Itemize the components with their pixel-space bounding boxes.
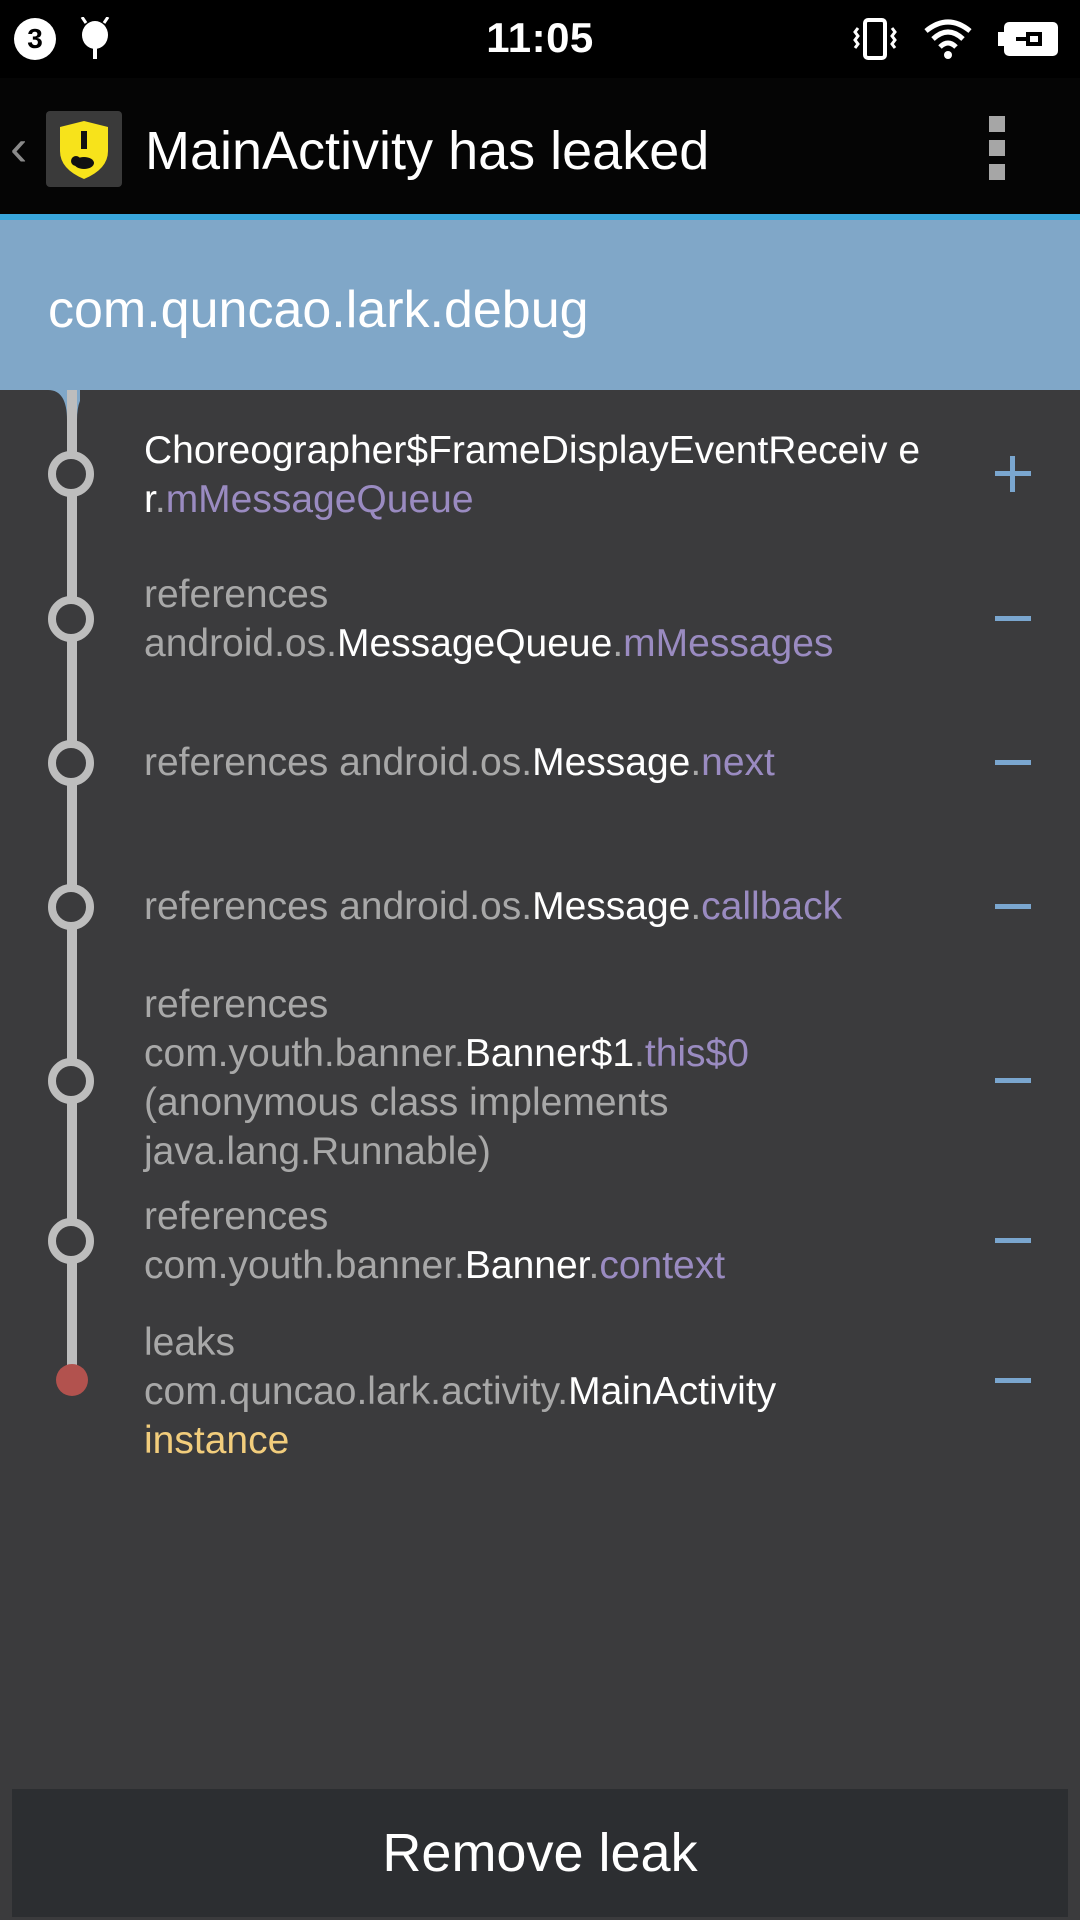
field-name: callback — [701, 885, 843, 928]
class-name: Banner — [464, 1244, 589, 1287]
trace-node-icon — [48, 740, 94, 786]
collapse-minus-icon[interactable] — [990, 1358, 1036, 1404]
collapse-minus-icon[interactable] — [990, 1218, 1036, 1264]
trace-node-icon — [48, 451, 94, 497]
trace-row-text: Choreographer$FrameDisplayEventReceiv er… — [144, 426, 964, 524]
screen-title: MainActivity has leaked — [145, 121, 710, 181]
separator: . — [690, 741, 702, 784]
trace-row-text: leaks com.quncao.lark.activity.MainActiv… — [144, 1318, 964, 1465]
battery-charging-icon — [998, 22, 1058, 56]
trace-row-text: references com.youth.banner.Banner$1.thi… — [144, 980, 964, 1176]
class-name: MessageQueue — [336, 622, 613, 665]
separator: . — [690, 885, 702, 928]
package-prefix: com.youth.banner. — [144, 1244, 465, 1287]
field-name: mMessages — [623, 622, 834, 665]
collapse-minus-icon[interactable] — [990, 740, 1036, 786]
vibrate-icon — [853, 18, 897, 60]
package-name: com.quncao.lark.debug — [48, 281, 589, 339]
separator: . — [588, 1244, 600, 1287]
status-bar: 3 11:05 — [0, 0, 1080, 78]
expand-plus-icon[interactable] — [990, 451, 1036, 497]
field-name: this$0 — [644, 1032, 749, 1075]
package-prefix: com.youth.banner. — [144, 1032, 465, 1075]
package-prefix: com.quncao.lark.activity. — [144, 1370, 569, 1413]
status-right — [852, 14, 1060, 64]
bottom-area: Remove leak — [0, 1785, 1080, 1920]
separator: . — [612, 622, 624, 665]
trace-node-icon — [48, 596, 94, 642]
leakcanary-icon[interactable] — [46, 111, 122, 187]
reference-word: references — [144, 983, 329, 1026]
remove-leak-button[interactable]: Remove leak — [12, 1789, 1068, 1917]
action-bar: ‹ MainActivity has leaked — [0, 78, 1080, 216]
class-name: Banner$1 — [464, 1032, 635, 1075]
reference-word: references — [144, 1195, 329, 1238]
leak-trace-list: Choreographer$FrameDisplayEventReceiv er… — [0, 390, 1080, 1785]
package-header: com.quncao.lark.debug — [0, 220, 1080, 390]
trace-node-icon — [48, 1058, 94, 1104]
leak-node-icon — [56, 1364, 88, 1396]
package-prefix: android.os. — [339, 741, 533, 784]
trace-row-text: references android.os.Message.callback — [144, 882, 964, 931]
instance-label: instance — [144, 1419, 290, 1462]
package-prefix: android.os. — [339, 885, 533, 928]
collapse-minus-icon[interactable] — [990, 596, 1036, 642]
wifi-icon — [924, 19, 972, 59]
class-name: Message — [532, 885, 691, 928]
separator: . — [154, 478, 166, 521]
back-chevron-icon[interactable]: ‹ — [10, 118, 40, 178]
field-name: context — [599, 1244, 726, 1287]
collapse-minus-icon[interactable] — [990, 884, 1036, 930]
package-prefix: android.os. — [144, 622, 337, 665]
trace-node-icon — [48, 1218, 94, 1264]
field-name: next — [701, 741, 775, 784]
class-name: MainActivity — [568, 1370, 777, 1413]
collapse-minus-icon[interactable] — [990, 1058, 1036, 1104]
trace-row-text: references android.os.MessageQueue.mMess… — [144, 570, 964, 668]
overflow-menu-icon[interactable] — [985, 116, 1009, 180]
trace-node-icon — [48, 884, 94, 930]
trace-row-text: references com.youth.banner.Banner.conte… — [144, 1192, 964, 1290]
trace-row-text: references android.os.Message.next — [144, 738, 964, 787]
anonymous-class-note: (anonymous class implements java.lang.Ru… — [144, 1081, 669, 1173]
reference-word: references — [144, 885, 340, 928]
reference-word: references — [144, 741, 340, 784]
class-name: Message — [532, 741, 691, 784]
field-name: mMessageQueue — [165, 478, 474, 521]
reference-word: references — [144, 573, 329, 616]
separator: . — [634, 1032, 645, 1075]
leak-word: leaks — [144, 1321, 236, 1364]
